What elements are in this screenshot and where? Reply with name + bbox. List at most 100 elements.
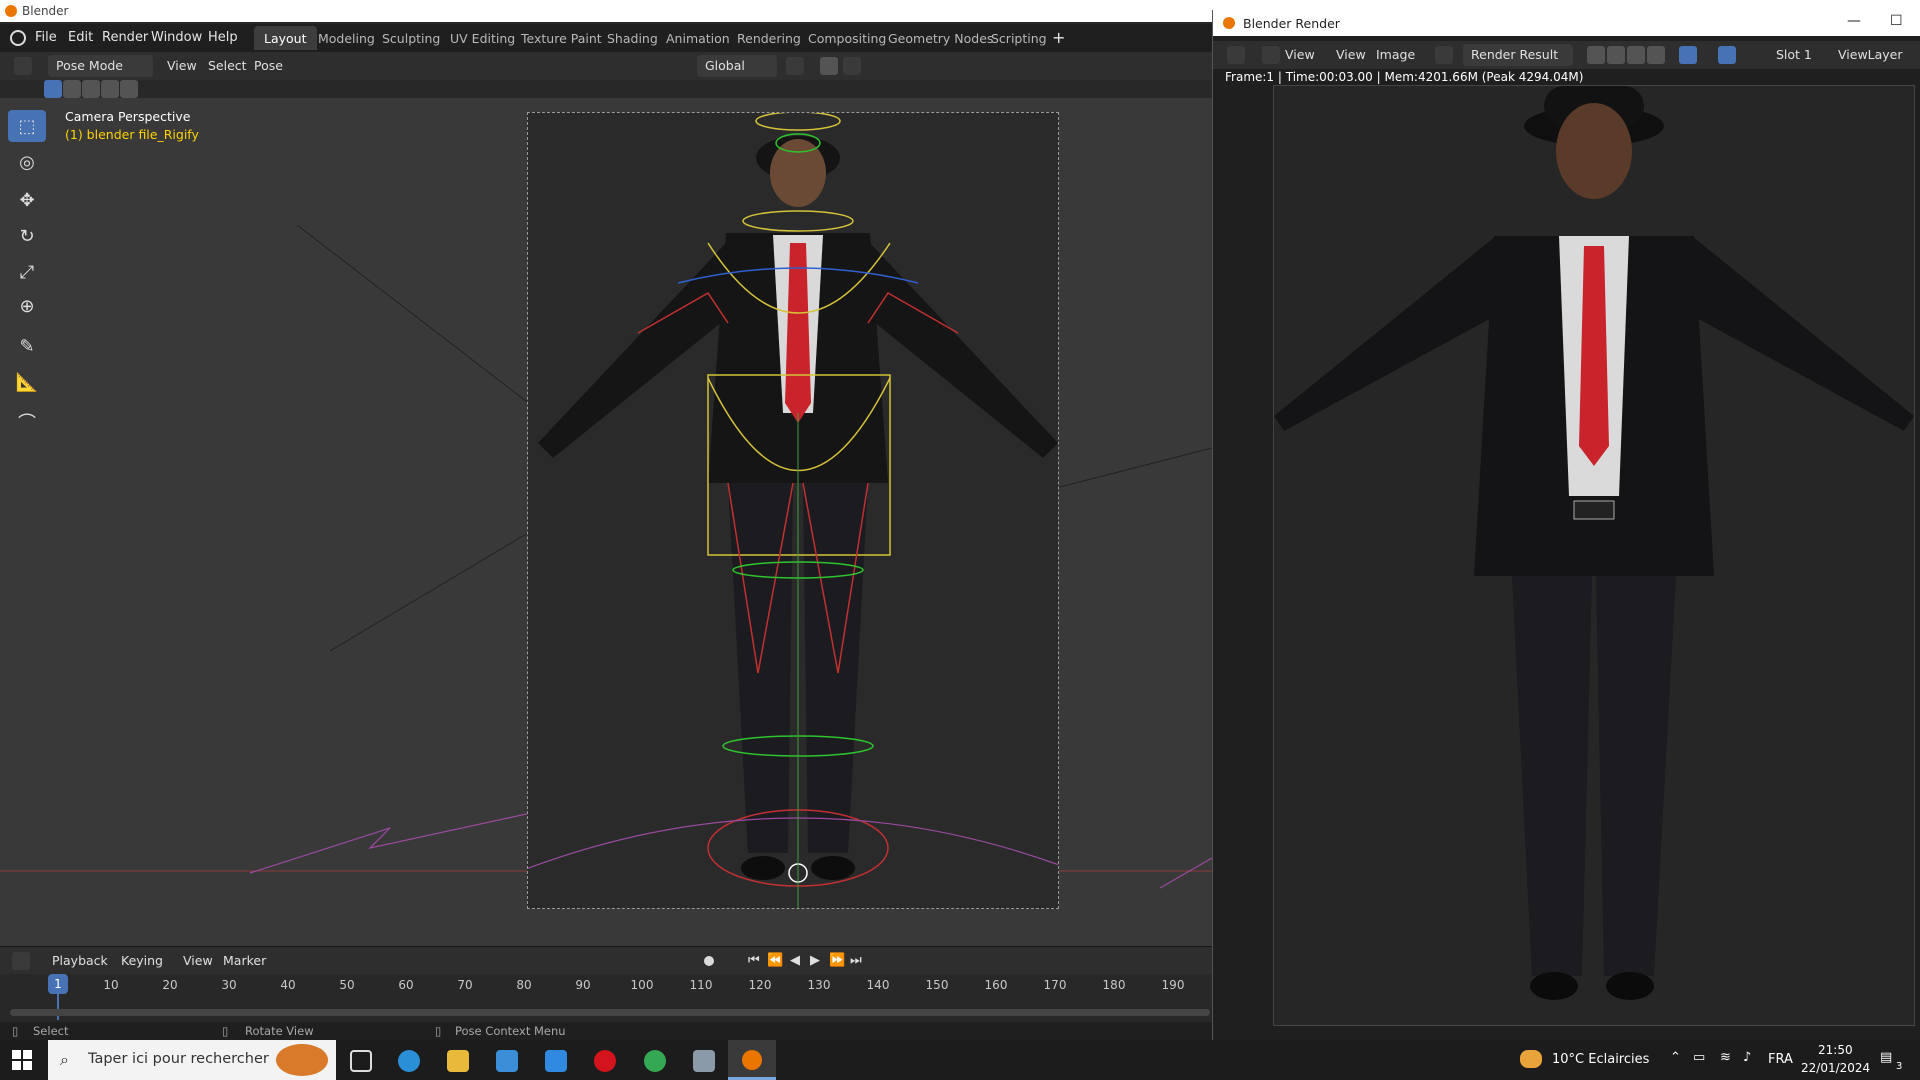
open-image-icon[interactable] xyxy=(1627,46,1645,64)
notification-icon[interactable]: ▤ xyxy=(1880,1050,1892,1065)
windows-start-icon[interactable] xyxy=(12,1050,32,1070)
menu-help[interactable]: Help xyxy=(208,30,238,45)
record-icon[interactable] xyxy=(704,956,714,966)
playhead[interactable] xyxy=(57,994,59,1020)
taskbar-search[interactable]: ⌕ Taper ici pour rechercher xyxy=(48,1040,336,1080)
menu-render[interactable]: Render xyxy=(102,30,148,45)
cursor-tool-icon[interactable]: ◎ xyxy=(8,146,46,178)
new-image-icon[interactable] xyxy=(1607,46,1625,64)
tray-app-icon[interactable]: ▭ xyxy=(1693,1050,1705,1065)
armature-figure[interactable] xyxy=(528,113,1058,908)
timeline-tick: 50 xyxy=(339,978,355,992)
select-intersect-icon[interactable] xyxy=(120,80,138,98)
mail-icon[interactable] xyxy=(545,1050,567,1072)
editor-type-icon[interactable] xyxy=(14,57,32,75)
add-workspace-icon[interactable]: + xyxy=(1052,28,1065,47)
next-key-icon[interactable]: ⏩ xyxy=(829,953,845,968)
slot-dropdown[interactable]: Slot 1 xyxy=(1776,47,1812,62)
timeline-header: Playback Keying View Marker ⏮ ⏪ ◀ ▶ ⏩ ⏭ xyxy=(0,946,1212,974)
clock-date[interactable]: 22/01/2024 xyxy=(1801,1061,1870,1075)
render-window: Blender Render — ☐ View View Image Rende… xyxy=(1212,10,1920,1040)
view-layer-dropdown[interactable]: ViewLayer xyxy=(1838,47,1903,62)
menu-marker[interactable]: Marker xyxy=(223,953,266,968)
timeline-tick: 20 xyxy=(162,978,178,992)
menu-edit[interactable]: Edit xyxy=(68,30,93,45)
select-subtract-icon[interactable] xyxy=(82,80,100,98)
render-titlebar: Blender Render — ☐ xyxy=(1213,10,1920,36)
timeline-scrollbar[interactable] xyxy=(10,1009,1210,1016)
render-menu-image[interactable]: Image xyxy=(1376,47,1415,62)
orientation-dropdown[interactable]: Global xyxy=(697,55,777,77)
edge-icon[interactable] xyxy=(398,1050,420,1072)
menu-timeline-view[interactable]: View xyxy=(183,953,213,968)
status-rotate: Rotate View xyxy=(245,1024,314,1038)
fake-user-icon[interactable] xyxy=(1587,46,1605,64)
blender-taskbar-button[interactable] xyxy=(728,1040,776,1080)
jump-start-icon[interactable]: ⏮ xyxy=(748,953,760,968)
snap-options-icon[interactable] xyxy=(843,57,861,75)
move-tool-icon[interactable]: ✥ xyxy=(8,184,46,216)
select-box-tool-icon[interactable]: ⬚ xyxy=(8,110,46,142)
snap-icon[interactable] xyxy=(820,57,838,75)
menu-keying[interactable]: Keying xyxy=(121,953,163,968)
select-invert-icon[interactable] xyxy=(101,80,119,98)
volume-icon[interactable]: ♪ xyxy=(1743,1050,1751,1065)
search-icon: ⌕ xyxy=(60,1050,69,1069)
mode-dropdown[interactable]: Pose Mode xyxy=(48,55,153,77)
overlay-icon[interactable] xyxy=(1718,46,1736,64)
wifi-icon[interactable]: ≋ xyxy=(1720,1050,1731,1065)
blender-menu-icon[interactable] xyxy=(10,30,26,46)
app-icon[interactable] xyxy=(693,1050,715,1072)
mouse-middle-icon: ▯ xyxy=(222,1024,229,1038)
transform-tool-icon[interactable]: ⊕ xyxy=(8,290,46,322)
gizmo-icon[interactable] xyxy=(1679,46,1697,64)
menu-pose[interactable]: Pose xyxy=(254,58,283,73)
menu-select[interactable]: Select xyxy=(208,58,247,73)
prev-key-icon[interactable]: ⏪ xyxy=(767,953,783,968)
task-view-icon[interactable] xyxy=(350,1050,372,1072)
timeline-tick: 150 xyxy=(925,978,949,992)
taskbar-search-placeholder: Taper ici pour rechercher xyxy=(88,1051,269,1067)
menu-playback[interactable]: Playback xyxy=(52,953,108,968)
timeline-tick: 80 xyxy=(516,978,532,992)
annotate-tool-icon[interactable]: ✎ xyxy=(8,330,46,362)
timeline-tick: 160 xyxy=(984,978,1008,992)
tray-chevron-up-icon[interactable]: ⌃ xyxy=(1670,1050,1681,1065)
unlink-icon[interactable] xyxy=(1647,46,1665,64)
language-indicator[interactable]: FRA xyxy=(1768,1052,1793,1067)
render-view-dropdown[interactable]: View xyxy=(1285,47,1315,62)
store-icon[interactable] xyxy=(496,1050,518,1072)
select-extend-icon[interactable] xyxy=(63,80,81,98)
image-browse-icon[interactable] xyxy=(1435,46,1453,64)
menu-file[interactable]: File xyxy=(35,30,57,45)
notification-count: 3 xyxy=(1896,1061,1903,1072)
editor-type-icon[interactable] xyxy=(1227,46,1245,64)
play-reverse-icon[interactable]: ◀ xyxy=(790,953,800,968)
scale-tool-icon[interactable]: ⤢ xyxy=(8,256,46,288)
render-menu-view[interactable]: View xyxy=(1336,47,1366,62)
rotate-tool-icon[interactable]: ↻ xyxy=(8,220,46,252)
select-new-icon[interactable] xyxy=(44,80,62,98)
measure-tool-icon[interactable]: 📐 xyxy=(8,366,46,398)
tab-sculpting[interactable]: Sculpting xyxy=(372,26,450,50)
clock-icon[interactable] xyxy=(12,952,30,970)
image-icon[interactable] xyxy=(1262,46,1280,64)
tab-scripting[interactable]: Scripting xyxy=(981,26,1057,50)
maximize-icon[interactable]: ☐ xyxy=(1890,13,1903,29)
jump-end-icon[interactable]: ⏭ xyxy=(850,953,862,968)
weather-icon[interactable] xyxy=(1520,1050,1542,1068)
current-frame-marker[interactable]: 1 xyxy=(48,974,68,994)
play-icon[interactable]: ▶ xyxy=(810,953,820,968)
clock-time[interactable]: 21:50 xyxy=(1818,1043,1853,1057)
menu-window[interactable]: Window xyxy=(151,30,202,45)
weather-text[interactable]: 10°C Eclaircies xyxy=(1552,1052,1649,1067)
chrome-icon[interactable] xyxy=(644,1050,666,1072)
camera-frame xyxy=(527,112,1059,909)
pivot-icon[interactable] xyxy=(786,57,804,75)
opera-icon[interactable] xyxy=(594,1050,616,1072)
menu-view[interactable]: View xyxy=(167,58,197,73)
render-result-field[interactable]: Render Result xyxy=(1463,44,1573,66)
minimize-icon[interactable]: — xyxy=(1847,13,1861,29)
bone-tool-icon[interactable]: ⌒ xyxy=(8,406,46,438)
file-explorer-icon[interactable] xyxy=(447,1050,469,1072)
